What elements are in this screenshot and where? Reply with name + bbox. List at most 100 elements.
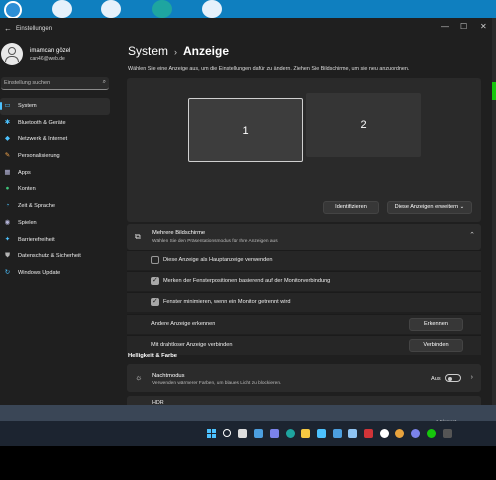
chevron-down-icon: ⌄ — [459, 204, 465, 210]
breadcrumb-separator: › — [174, 47, 178, 57]
option-row: Diese Anzeige als Hauptanzeige verwenden — [127, 250, 481, 270]
network-icon: ◆ — [5, 135, 10, 143]
chevron-up-icon[interactable]: ⌃ — [469, 231, 475, 239]
display-arrangement: 1 2 Identifizieren Diese Anzeigen erweit… — [127, 78, 481, 222]
sidebar-nav: ▭ System ✱ Bluetooth & Geräte ◆ Netzwerk & In… — [0, 98, 112, 282]
app-icon[interactable] — [348, 429, 358, 438]
terminal-icon[interactable] — [442, 429, 452, 438]
sidebar-item-konten[interactable]: ● Konten — [0, 181, 110, 198]
chevron-right-icon[interactable]: › — [471, 374, 473, 381]
edge-icon[interactable] — [285, 429, 295, 438]
search-icon[interactable] — [222, 429, 231, 437]
sidebar-item-label: System — [18, 103, 37, 109]
sidebar-item-netzwerk-internet[interactable]: ◆ Netzwerk & Internet — [0, 131, 110, 148]
sidebar-item-label: Datenschutz & Sicherheit — [18, 253, 81, 260]
sidebar-item-system[interactable]: ▭ System — [0, 98, 110, 115]
desktop-app-icon[interactable] — [4, 1, 22, 18]
remember-windows-checkbox[interactable] — [151, 276, 159, 285]
multiple-displays-header[interactable]: ⧉ Mehrere Bildschirme Wählen Sie den Prä… — [127, 224, 481, 250]
brush-icon: ✎ — [4, 152, 11, 160]
checkbox-label: Diese Anzeige als Hauptanzeige verwenden — [163, 257, 273, 263]
chat-icon[interactable] — [269, 429, 279, 438]
file-explorer-icon[interactable] — [301, 429, 311, 438]
title-bar: ← Einstellungen — ☐ ✕ — [0, 18, 492, 40]
connect-button[interactable]: Verbinden — [409, 339, 463, 352]
background-window-edge — [492, 18, 496, 408]
multiple-displays-subtitle: Wählen Sie den Präsentationsmodus für Ih… — [152, 239, 278, 244]
monitor-1-label: 1 — [242, 125, 249, 137]
profile-email: can46@web.de — [30, 56, 65, 62]
gaming-icon: ◉ — [4, 218, 11, 226]
sidebar-item-barrierefreiheit[interactable]: ✦ Barrierefreiheit — [0, 232, 110, 249]
monitor-2[interactable]: 2 — [306, 93, 421, 157]
main-display-checkbox[interactable] — [151, 256, 159, 264]
settings-window: ← Einstellungen — ☐ ✕ imamcan gözel can4… — [0, 18, 492, 408]
windows-start-icon[interactable] — [207, 429, 216, 438]
sidebar-item-bluetooth-geräte[interactable]: ✱ Bluetooth & Geräte — [0, 115, 110, 132]
mail-icon[interactable] — [332, 429, 342, 438]
desktop-icons-strip — [0, 0, 496, 18]
teams-icon[interactable] — [411, 429, 421, 438]
sidebar-item-label: Bluetooth & Geräte — [18, 119, 66, 126]
breadcrumb: System › Anzeige — [128, 44, 229, 58]
desktop-app-icon[interactable] — [101, 0, 121, 18]
app-title: Einstellungen — [16, 26, 53, 32]
taskbar — [0, 421, 496, 446]
minimize-windows-checkbox[interactable] — [151, 297, 159, 306]
bluetooth-icon: ✱ — [4, 118, 11, 126]
option-row: Merken der Fensterpositionen basierend a… — [127, 271, 481, 291]
xbox-icon[interactable] — [379, 429, 389, 438]
sidebar-item-zeit-sprache[interactable]: ◔ Zeit & Sprache — [0, 198, 110, 215]
sidebar-item-label: Apps — [18, 169, 31, 176]
wireless-row: Mit drahtloser Anzeige verbinden Verbind… — [127, 335, 481, 355]
night-light-title: Nachtmodus — [152, 373, 185, 379]
sun-icon: ☼ — [135, 373, 143, 382]
desktop-area — [0, 405, 496, 422]
profile-name: imamcan gözel — [30, 48, 71, 54]
detect-label: Andere Anzeige erkennen — [151, 321, 216, 327]
search-input[interactable] — [4, 78, 96, 88]
desktop-app-icon[interactable] — [202, 0, 222, 18]
search-icon[interactable]: ⌕ — [103, 79, 106, 86]
extend-displays-label: Diese Anzeigen erweitern — [394, 204, 459, 210]
monitor-1[interactable]: 1 — [188, 98, 303, 162]
checkbox-label: Merken der Fensterpositionen basierend a… — [163, 278, 331, 284]
maximize-button[interactable]: ☐ — [460, 22, 467, 31]
desktop-app-icon[interactable] — [52, 0, 72, 18]
breadcrumb-parent[interactable]: System — [128, 44, 168, 58]
detect-button[interactable]: Erkennen — [409, 318, 463, 331]
back-button[interactable]: ← — [4, 24, 12, 33]
option-row: Fenster minimieren, wenn ein Monitor get… — [127, 292, 481, 312]
night-light-toggle[interactable] — [445, 374, 461, 382]
night-light-state: Aus — [431, 376, 441, 382]
extend-displays-dropdown[interactable]: Diese Anzeigen erweitern ⌄ — [387, 201, 472, 214]
monitor-2-label: 2 — [360, 119, 367, 131]
multiple-displays-title: Mehrere Bildschirme — [152, 230, 206, 236]
sidebar-item-label: Windows Update — [18, 269, 61, 276]
sidebar-item-apps[interactable]: ▦ Apps — [0, 165, 110, 182]
sidebar-item-personalisierung[interactable]: ✎ Personalisierung — [0, 148, 110, 165]
red-app-icon[interactable] — [364, 429, 373, 438]
time-language-icon: ◔ — [5, 202, 10, 210]
security-app-icon[interactable] — [426, 429, 436, 438]
sidebar-item-label: Spielen — [18, 219, 37, 226]
search-box[interactable]: ⌕ — [1, 77, 109, 90]
widgets-icon[interactable] — [254, 429, 264, 438]
identify-button[interactable]: Identifizieren — [323, 201, 379, 214]
sidebar-item-datenschutz-sicherheit[interactable]: ⛊ Datenschutz & Sicherheit — [0, 248, 110, 265]
sidebar-item-label: Personalisierung — [18, 153, 60, 160]
task-view-icon[interactable] — [238, 429, 248, 438]
night-light-row[interactable]: ☼ Nachtmodus Verwenden wärmerer Farben, … — [127, 364, 481, 392]
sidebar-item-windows-update[interactable]: ↻ Windows Update — [0, 265, 110, 282]
detect-row: Andere Anzeige erkennen Erkennen — [127, 314, 481, 334]
close-button[interactable]: ✕ — [480, 22, 487, 31]
edge-desktop-icon[interactable] — [152, 0, 172, 18]
chrome-icon[interactable] — [395, 429, 405, 438]
sidebar-item-spielen[interactable]: ◉ Spielen — [0, 215, 110, 232]
checkbox-label: Fenster minimieren, wenn ein Monitor get… — [163, 299, 291, 305]
store-icon[interactable] — [316, 429, 326, 438]
avatar[interactable] — [1, 43, 23, 65]
sidebar-item-label: Barrierefreiheit — [18, 236, 55, 243]
minimize-button[interactable]: — — [441, 22, 449, 31]
multiple-displays-icon: ⧉ — [135, 232, 141, 241]
